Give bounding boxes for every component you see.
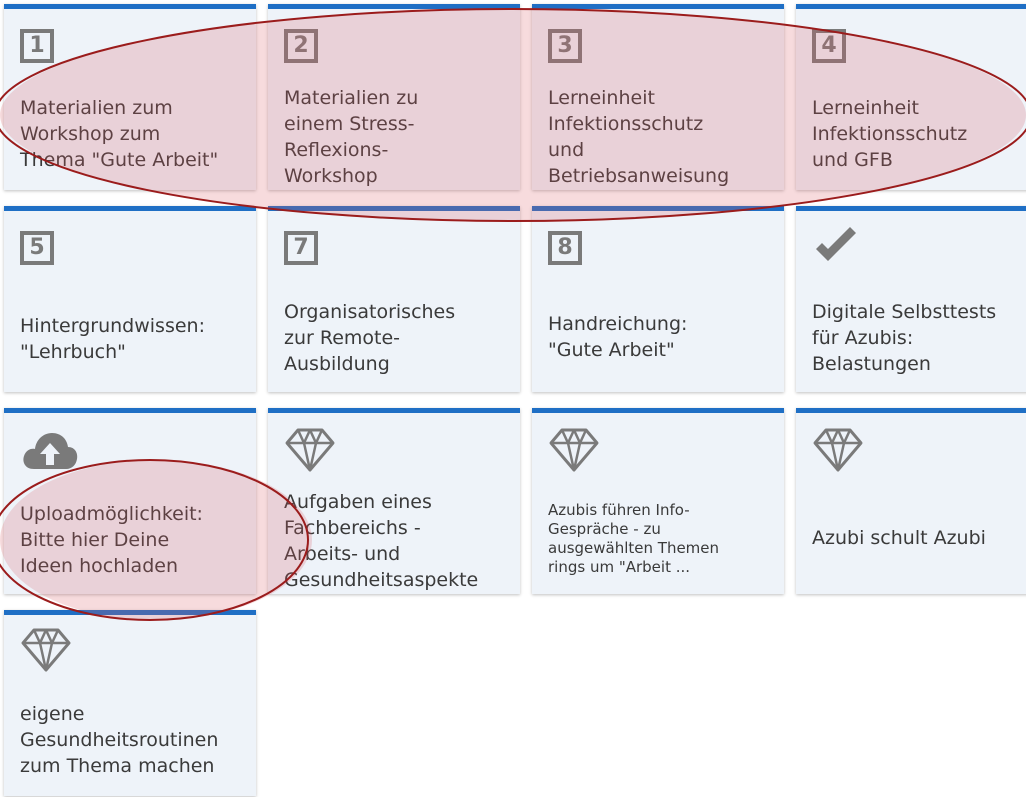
tile-2[interactable]: 2 Materialien zu einem Stress- Reflexion… bbox=[268, 4, 520, 190]
number-1-icon: 1 bbox=[20, 29, 54, 63]
tile-3[interactable]: 3 Lerneinheit Infektionsschutz und Betri… bbox=[532, 4, 784, 190]
number-8-icon: 8 bbox=[548, 231, 582, 265]
checkmark-icon bbox=[816, 227, 856, 261]
tile-1[interactable]: 1 Materialien zum Workshop zum Thema "Gu… bbox=[4, 4, 256, 190]
tile-7-label: Organisatorisches zur Remote- Ausbildung bbox=[284, 301, 456, 375]
number-5-icon: 5 bbox=[20, 231, 54, 265]
diamond-icon bbox=[21, 628, 71, 672]
tile-8[interactable]: 8 Handreichung: "Gute Arbeit" bbox=[532, 206, 784, 392]
tile-selbsttests-label: Digitale Selbsttests für Azubis: Belastu… bbox=[812, 301, 997, 375]
tile-fachbereich[interactable]: Aufgaben eines Fachbereichs - Arbeits- u… bbox=[268, 408, 520, 594]
tile-azubi-schult-label: Azubi schult Azubi bbox=[812, 527, 986, 549]
tile-upload-label: Uploadmöglichkeit: Bitte hier Deine Idee… bbox=[20, 503, 203, 577]
tile-selbsttests[interactable]: Digitale Selbsttests für Azubis: Belastu… bbox=[796, 206, 1026, 392]
number-4-icon: 4 bbox=[812, 29, 846, 63]
tile-3-label: Lerneinheit Infektionsschutz und Betrieb… bbox=[548, 87, 730, 187]
tile-4-label: Lerneinheit Infektionsschutz und GFB bbox=[812, 97, 968, 171]
cloud-upload-icon bbox=[23, 433, 78, 469]
number-7-icon: 7 bbox=[284, 231, 318, 265]
tile-8-label: Handreichung: "Gute Arbeit" bbox=[548, 313, 688, 361]
tile-gesundheitsroutinen-label: eigene Gesundheitsroutinen zum Thema mac… bbox=[20, 703, 219, 777]
tile-gesundheitsroutinen[interactable]: eigene Gesundheitsroutinen zum Thema mac… bbox=[4, 610, 256, 796]
tile-infogespraeche[interactable]: Azubis führen Info- Gespräche - zu ausge… bbox=[532, 408, 784, 594]
tile-fachbereich-label: Aufgaben eines Fachbereichs - Arbeits- u… bbox=[284, 491, 479, 591]
tile-5-label: Hintergrundwissen: "Lehrbuch" bbox=[20, 315, 205, 363]
diamond-icon bbox=[813, 428, 863, 472]
tile-5[interactable]: 5 Hintergrundwissen: "Lehrbuch" bbox=[4, 206, 256, 392]
diamond-icon bbox=[549, 428, 599, 472]
diamond-icon bbox=[285, 428, 335, 472]
tile-upload[interactable]: Uploadmöglichkeit: Bitte hier Deine Idee… bbox=[4, 408, 256, 594]
number-3-icon: 3 bbox=[548, 29, 582, 63]
tile-azubi-schult[interactable]: Azubi schult Azubi bbox=[796, 408, 1026, 594]
tile-infogespraeche-label: Azubis führen Info- Gespräche - zu ausge… bbox=[548, 501, 720, 576]
tile-4[interactable]: 4 Lerneinheit Infektionsschutz und GFB bbox=[796, 4, 1026, 190]
tile-7[interactable]: 7 Organisatorisches zur Remote- Ausbildu… bbox=[268, 206, 520, 392]
tile-2-label: Materialien zu einem Stress- Reflexions-… bbox=[284, 87, 419, 187]
tile-1-label: Materialien zum Workshop zum Thema "Gute… bbox=[20, 97, 219, 171]
tile-grid: 1 Materialien zum Workshop zum Thema "Gu… bbox=[0, 0, 1026, 797]
number-2-icon: 2 bbox=[284, 29, 318, 63]
